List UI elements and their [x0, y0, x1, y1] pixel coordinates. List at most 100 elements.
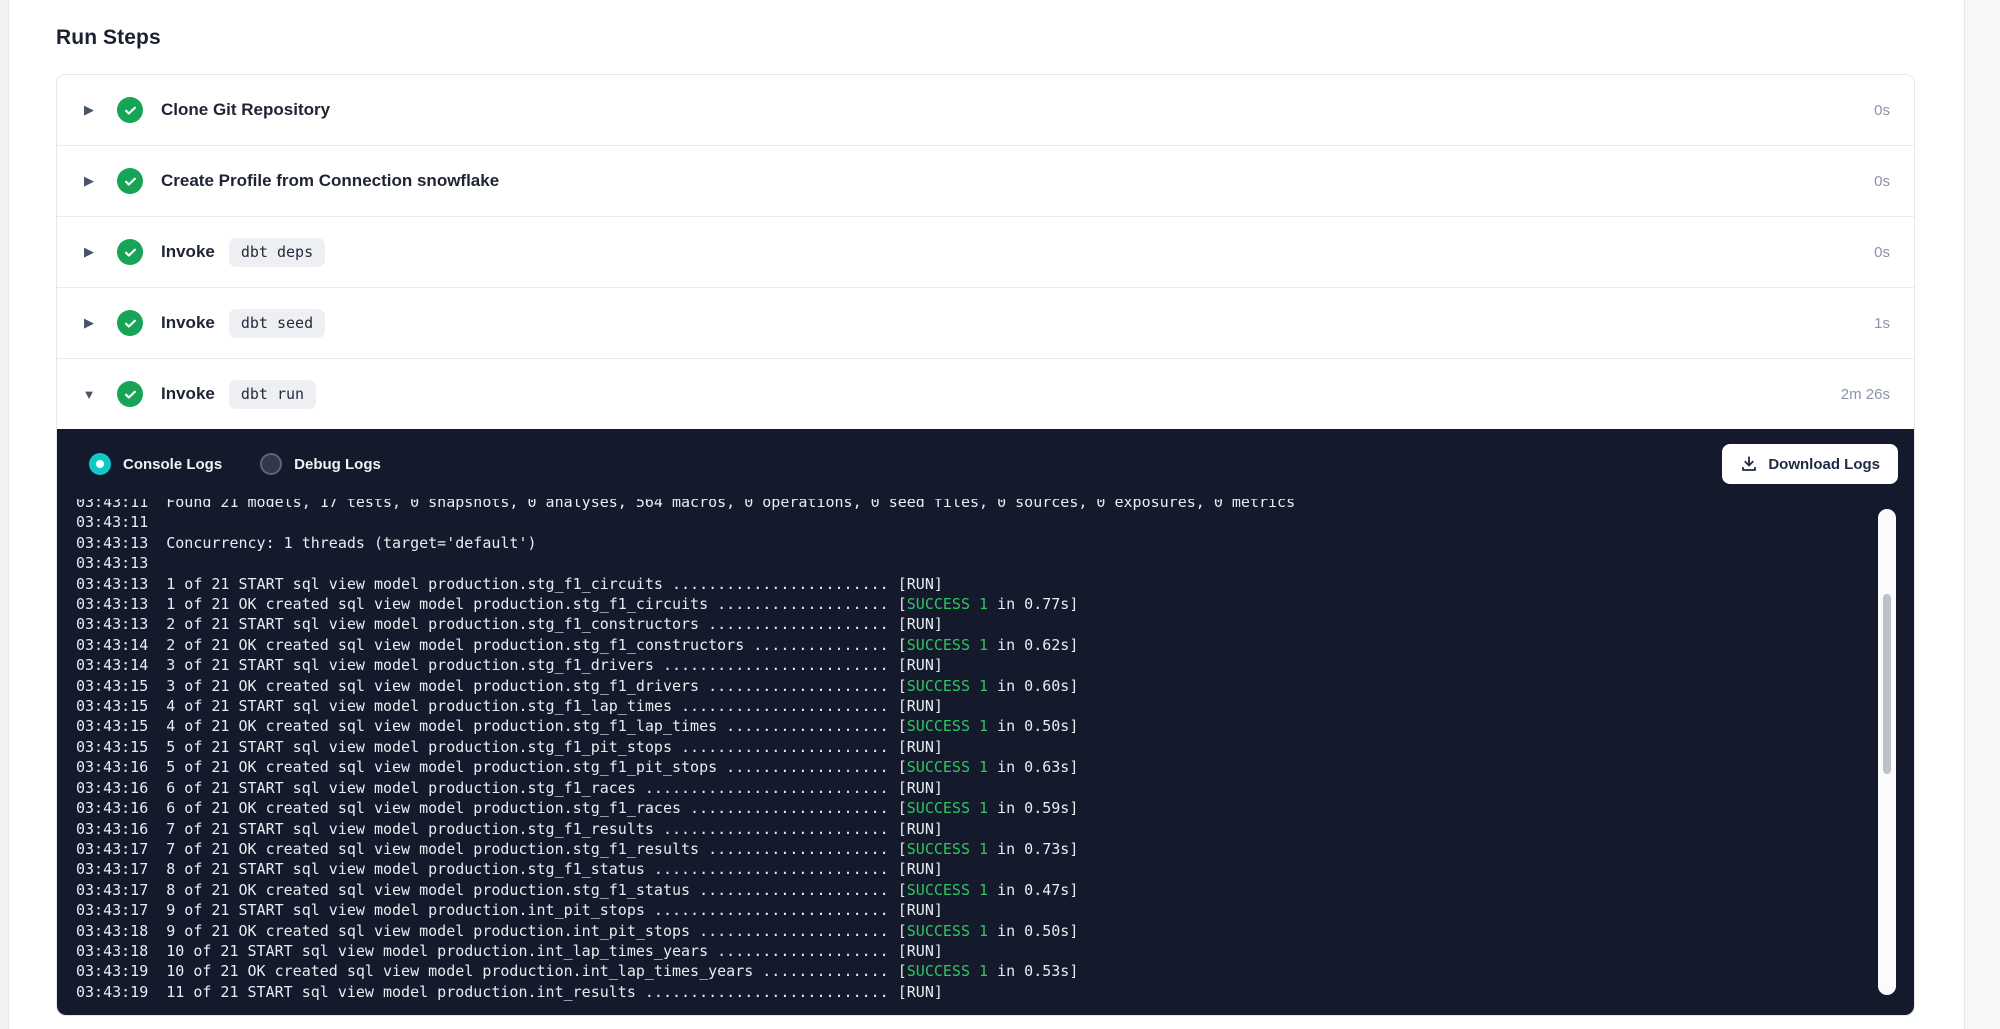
- log-status-success: SUCCESS 1: [907, 758, 988, 776]
- log-status-rest: [RUN]: [898, 983, 943, 1001]
- caret-right-icon: ▶: [81, 315, 97, 331]
- step-label: Clone Git Repository: [161, 100, 330, 120]
- log-time: 03:43:16: [76, 779, 148, 797]
- log-time: 03:43:13: [76, 615, 148, 633]
- log-text: 7 of 21 START sql view model production.…: [166, 820, 898, 838]
- radio-label: Console Logs: [123, 456, 222, 473]
- log-text: 2 of 21 OK created sql view model produc…: [166, 636, 907, 654]
- debug-logs-radio[interactable]: Debug Logs: [260, 453, 381, 475]
- check-circle-icon: [117, 381, 143, 407]
- caret-right-icon: ▶: [81, 173, 97, 189]
- log-line: 03:43:13 1 of 21 OK created sql view mode…: [76, 594, 1914, 614]
- log-text: 9 of 21 OK created sql view model produc…: [166, 922, 907, 940]
- radio-unselected-icon: [260, 453, 282, 475]
- log-line: 03:43:19 11 of 21 START sql view model pr…: [76, 982, 1914, 1002]
- log-text: 3 of 21 OK created sql view model produc…: [166, 677, 907, 695]
- command-chip: dbt deps: [229, 238, 325, 267]
- log-status-success: SUCCESS 1: [907, 881, 988, 899]
- step-label: Create Profile from Connection snowflake: [161, 171, 499, 191]
- log-status-rest: [RUN]: [898, 942, 943, 960]
- log-scrollbar-track[interactable]: [1878, 509, 1896, 995]
- step-duration: 0s: [1874, 102, 1902, 119]
- log-line: 03:43:1810 of 21 START sql view model pr…: [76, 941, 1914, 961]
- log-line: 03:43:13 1 of 21 START sql view model pro…: [76, 574, 1914, 594]
- log-text: 6 of 21 OK created sql view model produc…: [166, 799, 907, 817]
- log-text: 10 of 21 START sql view model production…: [166, 942, 898, 960]
- log-time: 03:43:16: [76, 820, 148, 838]
- console-logs-radio[interactable]: Console Logs: [89, 453, 222, 475]
- log-line: 03:43:18 9 of 21 OK created sql view mode…: [76, 921, 1914, 941]
- log-line: 03:43:17 8 of 21 OK created sql view mode…: [76, 880, 1914, 900]
- command-chip: dbt seed: [229, 309, 325, 338]
- log-text: 8 of 21 START sql view model production.…: [166, 860, 898, 878]
- log-line: 03:43:13Concurrency: 1 threads (target='…: [76, 533, 1914, 553]
- check-circle-icon: [117, 97, 143, 123]
- log-panel: Console Logs Debug Logs Download Logs 03…: [57, 429, 1914, 1015]
- log-status-rest: [RUN]: [898, 738, 943, 756]
- step-label: Invoke: [161, 313, 215, 333]
- log-time: 03:43:19: [76, 962, 148, 980]
- log-text: 1 of 21 START sql view model production.…: [166, 575, 898, 593]
- log-status-rest: [RUN]: [898, 820, 943, 838]
- log-time: 03:43:11: [76, 513, 148, 531]
- log-time: 03:43:19: [76, 983, 148, 1001]
- download-logs-button[interactable]: Download Logs: [1722, 444, 1898, 484]
- log-text: 5 of 21 START sql view model production.…: [166, 738, 898, 756]
- log-status-rest: in 0.60s]: [988, 677, 1078, 695]
- log-text: 10 of 21 OK created sql view model produ…: [166, 962, 907, 980]
- log-status-rest: in 0.59s]: [988, 799, 1078, 817]
- log-text: 8 of 21 OK created sql view model produc…: [166, 881, 907, 899]
- run-steps-list: ▶ Clone Git Repository 0s ▶ Create Profi…: [57, 75, 1914, 429]
- log-status-rest: in 0.77s]: [988, 595, 1078, 613]
- log-line: 03:43:153 of 21 OK created sql view mode…: [76, 676, 1914, 696]
- log-time: 03:43:13: [76, 595, 148, 613]
- log-line: 03:43:154 of 21 OK created sql view mode…: [76, 716, 1914, 736]
- log-time: 03:43:17: [76, 840, 148, 858]
- log-text: 3 of 21 START sql view model production.…: [166, 656, 898, 674]
- log-line: 03:43:16 6 of 21 OK created sql view mode…: [76, 798, 1914, 818]
- log-line: 03:43:13: [76, 553, 1914, 573]
- step-duration: 0s: [1874, 244, 1902, 261]
- log-status-rest: in 0.73s]: [988, 840, 1078, 858]
- log-status-rest: [RUN]: [898, 575, 943, 593]
- log-line: 03:43:165 of 21 OK created sql view mode…: [76, 757, 1914, 777]
- download-icon: [1740, 455, 1758, 473]
- log-text: 1 of 21 OK created sql view model produc…: [166, 595, 907, 613]
- log-text: 11 of 21 START sql view model production…: [166, 983, 898, 1001]
- log-time: 03:43:13: [76, 575, 148, 593]
- log-status-success: SUCCESS 1: [907, 595, 988, 613]
- step-row-5[interactable]: ▼ Invoke dbt run 2m 26s: [57, 358, 1914, 429]
- log-panel-header: Console Logs Debug Logs Download Logs: [57, 429, 1914, 499]
- log-text: 5 of 21 OK created sql view model produc…: [166, 758, 907, 776]
- step-duration: 0s: [1874, 173, 1902, 190]
- log-time: 03:43:16: [76, 799, 148, 817]
- log-time: 03:43:17: [76, 881, 148, 899]
- log-line: 03:43:17 8 of 21 START sql view model pro…: [76, 859, 1914, 879]
- log-time: 03:43:14: [76, 636, 148, 654]
- step-row-4[interactable]: ▶ Invoke dbt seed 1s: [57, 287, 1914, 358]
- log-status-rest: [RUN]: [898, 860, 943, 878]
- log-line: 03:43:155 of 21 START sql view model pro…: [76, 737, 1914, 757]
- log-time: 03:43:17: [76, 860, 148, 878]
- log-status-rest: in 0.50s]: [988, 922, 1078, 940]
- log-line: 03:43:14 2 of 21 OK created sql view mode…: [76, 635, 1914, 655]
- step-row-1[interactable]: ▶ Clone Git Repository 0s: [57, 75, 1914, 145]
- log-scrollbar-thumb[interactable]: [1883, 594, 1891, 774]
- log-line: 03:43:19 10 of 21 OK created sql view mod…: [76, 961, 1914, 981]
- log-line: 03:43:143 of 21 START sql view model pro…: [76, 655, 1914, 675]
- page-title: Run Steps: [56, 26, 161, 50]
- step-row-2[interactable]: ▶ Create Profile from Connection snowfla…: [57, 145, 1914, 216]
- console-log-output[interactable]: 03:43:11 Found 21 models, 17 tests, 0 sna…: [57, 499, 1914, 1015]
- log-line: 03:43:11: [76, 512, 1914, 532]
- radio-selected-icon: [89, 453, 111, 475]
- log-text: Found 21 models, 17 tests, 0 snapshots, …: [166, 499, 1295, 511]
- step-row-3[interactable]: ▶ Invoke dbt deps 0s: [57, 216, 1914, 287]
- log-status-rest: [RUN]: [898, 656, 943, 674]
- caret-down-icon: ▼: [81, 387, 97, 402]
- step-label: Invoke: [161, 242, 215, 262]
- log-time: 03:43:18: [76, 922, 148, 940]
- log-status-rest: in 0.62s]: [988, 636, 1078, 654]
- check-circle-icon: [117, 168, 143, 194]
- log-status-success: SUCCESS 1: [907, 840, 988, 858]
- log-line: 03:43:177 of 21 OK created sql view mode…: [76, 839, 1914, 859]
